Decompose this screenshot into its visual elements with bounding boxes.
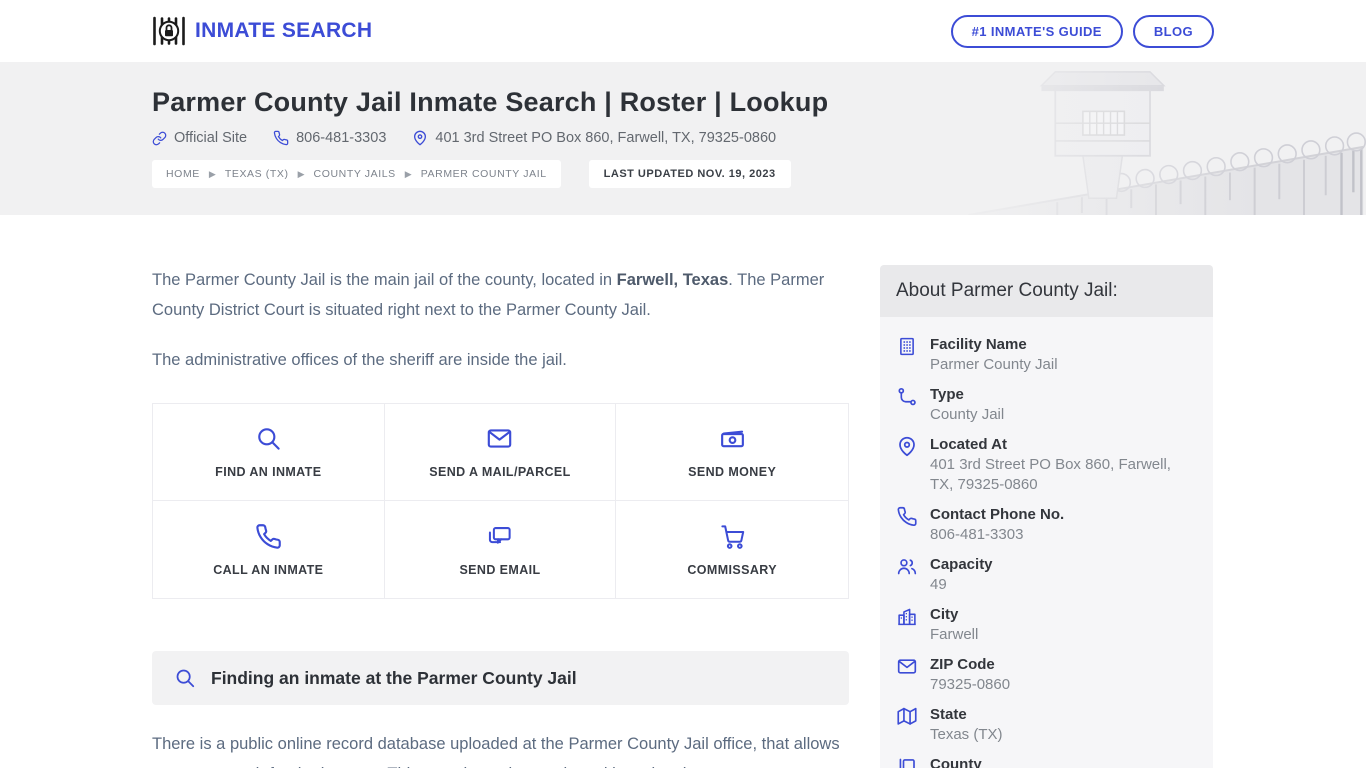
field-value: 806-481-3303 bbox=[930, 526, 1024, 543]
phone-number: 806-481-3303 bbox=[296, 130, 387, 146]
blog-button[interactable]: BLOG bbox=[1132, 14, 1214, 48]
field-label: Facility Name bbox=[930, 336, 1027, 353]
search-icon bbox=[174, 667, 196, 689]
last-updated-badge: LAST UPDATED NOV. 19, 2023 bbox=[588, 160, 791, 188]
route-icon bbox=[896, 385, 918, 407]
field-label: Type bbox=[930, 386, 964, 403]
field-value: 401 3rd Street PO Box 860, Farwell, TX, … bbox=[930, 456, 1171, 493]
official-site-label: Official Site bbox=[174, 130, 248, 146]
action-label: FIND AN INMATE bbox=[215, 465, 322, 479]
field-label: State bbox=[930, 706, 967, 723]
inmates-guide-button[interactable]: #1 INMATE'S GUIDE bbox=[950, 14, 1123, 48]
jail-bars-lock-icon bbox=[152, 16, 186, 46]
shopping-cart-icon bbox=[719, 523, 746, 550]
located-at-row: Located At 401 3rd Street PO Box 860, Fa… bbox=[896, 435, 1197, 495]
chat-bubbles-icon bbox=[486, 523, 513, 550]
banknote-icon bbox=[719, 425, 746, 452]
finding-inmate-section-header: Finding an inmate at the Parmer County J… bbox=[152, 651, 849, 705]
official-site-link[interactable]: Official Site bbox=[152, 130, 247, 146]
article-content: The Parmer County Jail is the main jail … bbox=[152, 265, 849, 768]
phone-icon bbox=[255, 523, 282, 550]
action-label: CALL AN INMATE bbox=[213, 562, 324, 577]
field-label: County bbox=[930, 756, 982, 768]
capacity-row: Capacity 49 bbox=[896, 555, 1197, 595]
breadcrumb-county-jails[interactable]: COUNTY JAILS bbox=[314, 168, 396, 180]
breadcrumb-home[interactable]: HOME bbox=[166, 168, 200, 180]
county-row: County bbox=[896, 755, 1197, 768]
page-title: Parmer County Jail Inmate Search | Roste… bbox=[152, 87, 829, 117]
search-icon bbox=[255, 425, 282, 452]
send-money-button[interactable]: SEND MONEY bbox=[616, 404, 848, 501]
top-navigation-bar: INMATE SEARCH #1 INMATE'S GUIDE BLOG bbox=[0, 0, 1366, 62]
site-logo-text: INMATE SEARCH bbox=[195, 19, 373, 42]
about-panel-header: About Parmer County Jail: bbox=[880, 265, 1213, 317]
field-label: Contact Phone No. bbox=[930, 506, 1065, 523]
about-panel-title: About Parmer County Jail: bbox=[896, 280, 1118, 301]
admin-offices-paragraph: The administrative offices of the sherif… bbox=[152, 351, 567, 369]
city-row: City Farwell bbox=[896, 605, 1197, 645]
section-title: Finding an inmate at the Parmer County J… bbox=[211, 667, 577, 688]
facility-meta-row: Official Site 806-481-3303 401 3rd Stree… bbox=[152, 130, 1366, 146]
chevron-right-icon: ▶ bbox=[404, 168, 412, 179]
door-icon bbox=[896, 755, 918, 768]
city-icon bbox=[896, 605, 918, 627]
action-label: SEND MONEY bbox=[688, 465, 777, 479]
link-icon bbox=[152, 131, 167, 146]
envelope-icon bbox=[896, 655, 918, 677]
breadcrumb-current: PARMER COUNTY JAIL bbox=[420, 168, 547, 180]
contact-phone-row: Contact Phone No. 806-481-3303 bbox=[896, 505, 1197, 545]
phone-icon bbox=[896, 505, 918, 527]
action-label: SEND A MAIL/PARCEL bbox=[429, 465, 571, 479]
field-value: County Jail bbox=[930, 406, 1005, 423]
chevron-right-icon: ▶ bbox=[208, 168, 216, 179]
state-row: State Texas (TX) bbox=[896, 705, 1197, 745]
facility-name-row: Facility Name Parmer County Jail bbox=[896, 335, 1197, 375]
send-mail-parcel-button[interactable]: SEND A MAIL/PARCEL bbox=[384, 404, 617, 501]
commissary-button[interactable]: COMMISSARY bbox=[616, 501, 848, 598]
find-an-inmate-button[interactable]: FIND AN INMATE bbox=[153, 404, 385, 501]
map-icon bbox=[896, 705, 918, 727]
call-an-inmate-button[interactable]: CALL AN INMATE bbox=[153, 501, 385, 598]
action-label: COMMISSARY bbox=[687, 562, 777, 577]
field-label: City bbox=[930, 606, 959, 623]
people-icon bbox=[896, 555, 918, 577]
header-buttons: #1 INMATE'S GUIDE BLOG bbox=[950, 14, 1214, 48]
inmate-actions-grid: FIND AN INMATE SEND A MAIL/PARCEL SEND M… bbox=[152, 403, 849, 599]
map-pin-icon bbox=[896, 435, 918, 457]
field-label: Located At bbox=[930, 436, 1007, 453]
map-pin-icon bbox=[412, 130, 428, 146]
zip-code-row: ZIP Code 79325-0860 bbox=[896, 655, 1197, 695]
envelope-icon bbox=[486, 425, 513, 452]
field-value: 49 bbox=[930, 576, 947, 593]
phone-link[interactable]: 806-481-3303 bbox=[273, 130, 386, 146]
chevron-right-icon: ▶ bbox=[297, 168, 305, 179]
intro-paragraph: The Parmer County Jail is the main jail … bbox=[152, 271, 825, 319]
action-label: SEND EMAIL bbox=[459, 562, 541, 577]
type-row: Type County Jail bbox=[896, 385, 1197, 425]
about-facility-panel: About Parmer County Jail: Facility Name … bbox=[880, 265, 1213, 768]
field-label: Capacity bbox=[930, 556, 993, 573]
phone-icon bbox=[273, 130, 289, 146]
address-item: 401 3rd Street PO Box 860, Farwell, TX, … bbox=[412, 130, 776, 146]
send-email-button[interactable]: SEND EMAIL bbox=[384, 501, 617, 598]
field-value: Parmer County Jail bbox=[930, 356, 1058, 373]
database-paragraph: There is a public online record database… bbox=[152, 735, 840, 768]
building-icon bbox=[896, 335, 918, 357]
about-panel-body: Facility Name Parmer County Jail Type Co… bbox=[880, 317, 1213, 768]
breadcrumb: HOME ▶ TEXAS (TX) ▶ COUNTY JAILS ▶ PARME… bbox=[152, 160, 561, 188]
field-label: ZIP Code bbox=[930, 656, 995, 673]
breadcrumb-state[interactable]: TEXAS (TX) bbox=[225, 168, 289, 180]
site-logo[interactable]: INMATE SEARCH bbox=[152, 16, 372, 46]
field-value: Farwell bbox=[930, 626, 979, 643]
field-value: Texas (TX) bbox=[930, 726, 1003, 743]
field-value: 79325-0860 bbox=[930, 676, 1011, 693]
address-text: 401 3rd Street PO Box 860, Farwell, TX, … bbox=[435, 130, 777, 146]
hero-section: Parmer County Jail Inmate Search | Roste… bbox=[0, 62, 1366, 215]
